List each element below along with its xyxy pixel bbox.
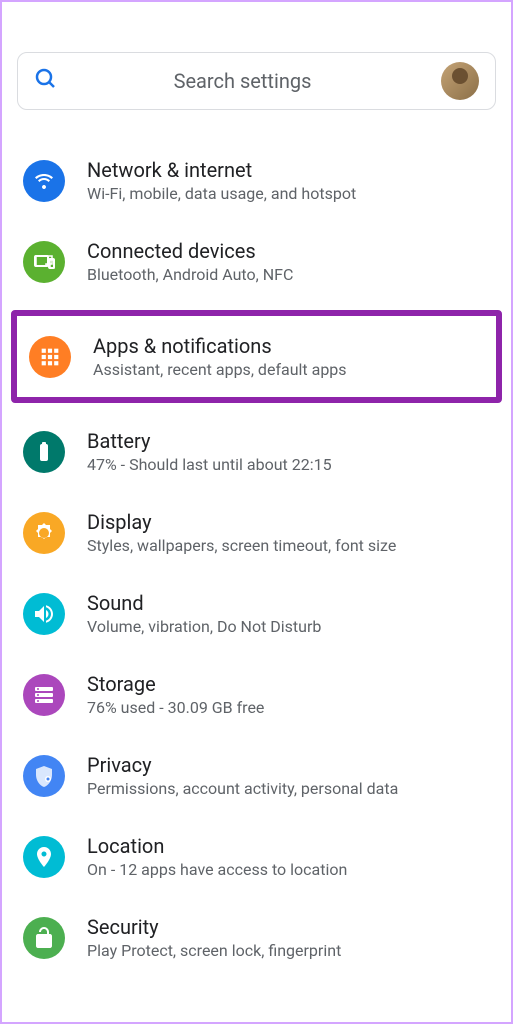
item-title: Display [87,510,490,534]
item-subtitle: On - 12 apps have access to location [87,860,490,879]
devices-icon [23,241,65,283]
item-subtitle: Bluetooth, Android Auto, NFC [87,265,490,284]
item-subtitle: Wi-Fi, mobile, data usage, and hotspot [87,184,490,203]
item-title: Sound [87,591,490,615]
item-subtitle: Play Protect, screen lock, fingerprint [87,941,490,960]
apps-icon [29,336,71,378]
search-bar[interactable]: Search settings [17,52,496,110]
item-title: Storage [87,672,490,696]
volume-icon [23,593,65,635]
item-title: Apps & notifications [93,334,484,358]
item-title: Network & internet [87,158,490,182]
privacy-icon [23,755,65,797]
search-placeholder: Search settings [44,69,441,93]
battery-icon [23,431,65,473]
item-subtitle: Styles, wallpapers, screen timeout, font… [87,536,490,555]
settings-item-apps-notifications[interactable]: Apps & notifications Assistant, recent a… [11,310,502,403]
settings-item-privacy[interactable]: Privacy Permissions, account activity, p… [17,735,496,816]
settings-item-security[interactable]: Security Play Protect, screen lock, fing… [17,897,496,978]
item-title: Battery [87,429,490,453]
settings-item-connected-devices[interactable]: Connected devices Bluetooth, Android Aut… [17,221,496,302]
item-title: Security [87,915,490,939]
item-subtitle: Permissions, account activity, personal … [87,779,490,798]
brightness-icon [23,512,65,554]
avatar[interactable] [441,62,479,100]
item-subtitle: 47% - Should last until about 22:15 [87,455,490,474]
settings-item-battery[interactable]: Battery 47% - Should last until about 22… [17,411,496,492]
item-title: Connected devices [87,239,490,263]
settings-item-display[interactable]: Display Styles, wallpapers, screen timeo… [17,492,496,573]
storage-icon [23,674,65,716]
settings-list: Network & internet Wi-Fi, mobile, data u… [2,140,511,978]
item-title: Location [87,834,490,858]
settings-item-location[interactable]: Location On - 12 apps have access to loc… [17,816,496,897]
item-subtitle: Volume, vibration, Do Not Disturb [87,617,490,636]
item-title: Privacy [87,753,490,777]
settings-item-network[interactable]: Network & internet Wi-Fi, mobile, data u… [17,140,496,221]
wifi-icon [23,160,65,202]
settings-item-storage[interactable]: Storage 76% used - 30.09 GB free [17,654,496,735]
location-icon [23,836,65,878]
security-icon [23,917,65,959]
item-subtitle: 76% used - 30.09 GB free [87,698,490,717]
settings-item-sound[interactable]: Sound Volume, vibration, Do Not Disturb [17,573,496,654]
item-subtitle: Assistant, recent apps, default apps [93,360,484,379]
